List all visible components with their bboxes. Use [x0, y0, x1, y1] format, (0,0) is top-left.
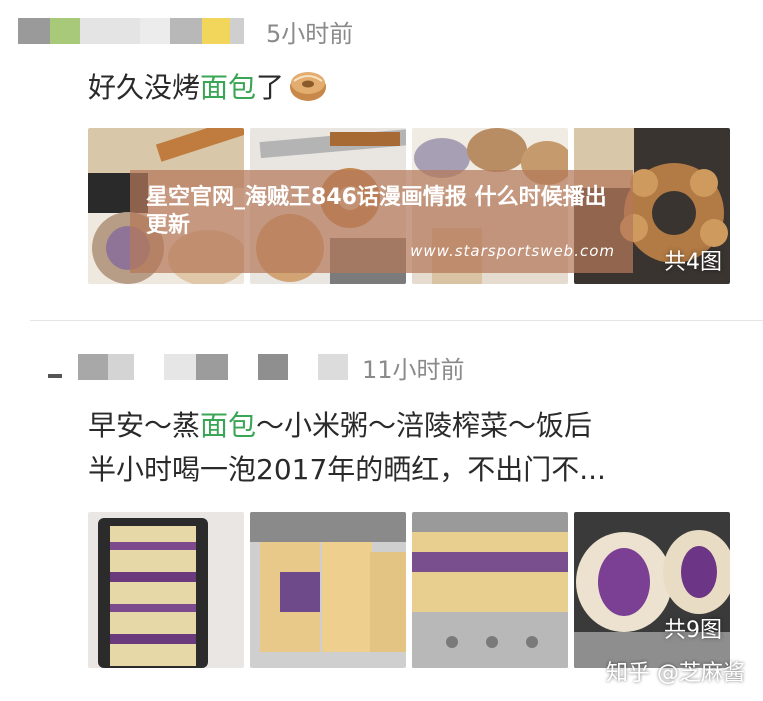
photo-thumbnail[interactable]	[250, 512, 406, 668]
name-blur	[80, 18, 140, 44]
post-2-meta: 11小时前	[18, 352, 465, 384]
name-blur	[230, 18, 244, 44]
avatar-blur[interactable]	[18, 18, 50, 44]
overlay-banner[interactable]: 星空官网_海贼王846话漫画情报 什么时候播出更新 www.starsports…	[130, 170, 633, 273]
banner-url[interactable]: www.starsportsweb.com	[410, 242, 615, 260]
post-text: 早安～蒸	[88, 409, 201, 442]
name-blur	[318, 354, 348, 380]
name-blur	[164, 354, 196, 380]
avatar-blur[interactable]	[48, 374, 62, 378]
photo-thumbnail[interactable]: 共9图	[574, 512, 730, 668]
banner-title: 星空官网_海贼王846话漫画情报 什么时候播出更新	[146, 185, 607, 238]
photo-thumbnail[interactable]	[88, 512, 244, 668]
name-blur	[202, 18, 230, 44]
image-count-badge: 共9图	[664, 618, 722, 643]
keyword-link[interactable]: 面包	[200, 409, 256, 442]
name-blur	[196, 354, 228, 380]
image-count-badge: 共4图	[664, 250, 722, 275]
zhihu-watermark: 知乎 @芝麻酱	[606, 661, 745, 686]
bagel-icon	[288, 69, 328, 103]
post-text: 了	[256, 71, 285, 104]
keyword-link[interactable]: 面包	[200, 71, 256, 104]
post-text: 好久没烤	[88, 71, 201, 104]
name-blur[interactable]	[78, 354, 108, 380]
post-2: 11小时前 早安～蒸面包～小米粥～涪陵榨菜～饭后 半小时喝一泡2017年的晒红，…	[0, 330, 763, 701]
post-1-text[interactable]: 好久没烤面包了	[88, 66, 328, 110]
post-divider	[30, 320, 763, 321]
post-text-line2: 半小时喝一泡2017年的晒红，不出门不...	[88, 453, 606, 486]
name-blur	[170, 18, 202, 44]
post-2-images: 共9图	[88, 512, 730, 668]
post-1-meta: 5小时前	[18, 16, 354, 48]
name-blur	[140, 18, 170, 44]
post-time: 5小时前	[266, 19, 354, 48]
name-blur[interactable]	[50, 18, 80, 44]
post-text: ～小米粥～涪陵榨菜～饭后	[256, 409, 593, 442]
name-blur	[108, 354, 134, 380]
photo-thumbnail[interactable]	[412, 512, 568, 668]
post-2-text[interactable]: 早安～蒸面包～小米粥～涪陵榨菜～饭后 半小时喝一泡2017年的晒红，不出门不..…	[88, 404, 606, 492]
post-time: 11小时前	[362, 355, 465, 384]
name-blur	[258, 354, 288, 380]
